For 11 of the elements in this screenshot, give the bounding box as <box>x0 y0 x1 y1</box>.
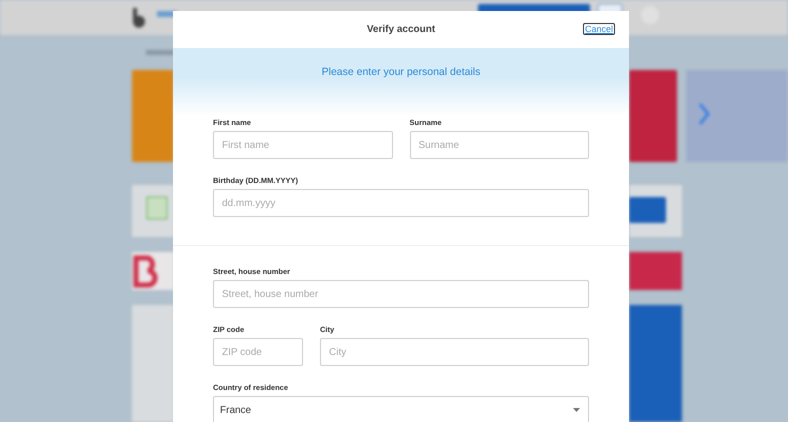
input-field[interactable]: Street, house number <box>213 280 589 308</box>
input-field[interactable]: dd.mm.yyyy <box>213 189 589 217</box>
input-field[interactable]: First name <box>213 131 392 159</box>
intro-text: Please enter your personal details <box>320 66 482 78</box>
cancel-link[interactable]: Cancel <box>582 23 615 35</box>
caret-icon <box>573 408 580 412</box>
input-field[interactable]: Surname <box>410 131 589 159</box>
input-field[interactable]: ZIP code <box>213 338 303 366</box>
country-dropdown[interactable]: France <box>213 396 589 422</box>
dialog-title: Verify account <box>366 24 436 35</box>
input-field[interactable]: City <box>320 338 589 366</box>
